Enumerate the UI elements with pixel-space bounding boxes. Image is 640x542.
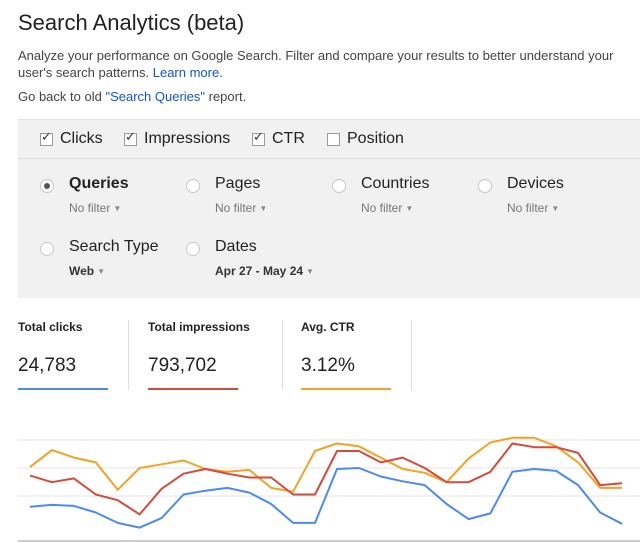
back-prefix: Go back to old (18, 89, 106, 104)
dimension-dates[interactable]: Dates Apr 27 - May 24 ▼ (186, 238, 346, 282)
dates-filter[interactable]: Apr 27 - May 24 ▼ (215, 264, 314, 278)
dropdown-caret-icon: ▼ (97, 267, 106, 276)
radio-icon[interactable] (478, 179, 492, 193)
clicks-label: Clicks (60, 130, 103, 147)
total-clicks-card[interactable]: Total clicks 24,783 (18, 315, 118, 395)
ctr-checkbox[interactable]: CTR (252, 129, 305, 148)
divider (282, 320, 283, 390)
checkbox-icon[interactable] (40, 129, 53, 146)
radio-icon[interactable] (186, 179, 200, 193)
dimension-pages[interactable]: Pages No filter ▼ (186, 175, 306, 219)
countries-label: Countries (361, 175, 430, 192)
filter-panel: Clicks Impressions CTR Position Queries … (18, 119, 640, 298)
learn-more-link[interactable]: Learn more. (153, 65, 223, 80)
dimension-devices[interactable]: Devices No filter ▼ (478, 175, 598, 219)
ctr-label: CTR (272, 130, 305, 147)
checkbox-icon[interactable] (327, 132, 340, 146)
back-to-old-report: Go back to old "Search Queries" report. (18, 89, 246, 104)
metrics-row: Clicks Impressions CTR Position (18, 120, 640, 159)
avg-ctr-label: Avg. CTR (301, 320, 355, 334)
pages-label: Pages (215, 175, 261, 192)
dropdown-caret-icon: ▼ (551, 204, 560, 213)
queries-label: Queries (69, 175, 129, 192)
dimension-search-type[interactable]: Search Type Web ▼ (40, 238, 180, 282)
impressions-color-bar (148, 388, 238, 390)
totals-row: Total clicks 24,783 Total impressions 79… (0, 315, 640, 395)
page-title: Search Analytics (beta) (18, 10, 245, 35)
position-checkbox[interactable]: Position (327, 130, 404, 148)
ctr-color-bar (301, 388, 391, 390)
filter-text: No filter (361, 201, 403, 215)
filter-text: Web (69, 264, 95, 278)
radio-icon[interactable] (40, 242, 54, 256)
dropdown-caret-icon: ▼ (259, 204, 268, 213)
dropdown-caret-icon: ▼ (306, 267, 314, 276)
queries-filter[interactable]: No filter ▼ (69, 201, 121, 215)
total-clicks-value: 24,783 (18, 355, 77, 376)
dropdown-caret-icon: ▼ (405, 204, 414, 213)
search-queries-link[interactable]: "Search Queries" (105, 89, 205, 104)
search-type-filter[interactable]: Web ▼ (69, 264, 105, 278)
impressions-checkbox[interactable]: Impressions (124, 129, 231, 148)
performance-line-chart (18, 436, 640, 542)
filter-text: Apr 27 - May 24 (215, 264, 304, 278)
dimension-queries[interactable]: Queries No filter ▼ (40, 175, 160, 219)
avg-ctr-value: 3.12% (301, 355, 355, 376)
radio-selected-icon[interactable] (40, 179, 54, 193)
chart-series-line-2 (29, 436, 622, 493)
pages-filter[interactable]: No filter ▼ (215, 201, 267, 215)
total-impressions-value: 793,702 (148, 355, 217, 376)
divider (411, 320, 412, 390)
radio-icon[interactable] (186, 242, 200, 256)
devices-filter[interactable]: No filter ▼ (507, 201, 559, 215)
total-impressions-label: Total impressions (148, 320, 250, 334)
search-type-label: Search Type (69, 238, 159, 255)
dropdown-caret-icon: ▼ (113, 204, 122, 213)
filter-text: No filter (507, 201, 549, 215)
description-text: Analyze your performance on Google Searc… (18, 48, 614, 80)
filter-text: No filter (69, 201, 111, 215)
divider (128, 320, 129, 390)
page-description: Analyze your performance on Google Searc… (18, 47, 628, 81)
back-suffix: report. (205, 89, 247, 104)
clicks-checkbox[interactable]: Clicks (40, 129, 103, 148)
impressions-label: Impressions (144, 130, 231, 147)
dimension-countries[interactable]: Countries No filter ▼ (332, 175, 452, 219)
chart-series-line-1 (29, 442, 623, 516)
total-impressions-card[interactable]: Total impressions 793,702 (148, 315, 278, 395)
countries-filter[interactable]: No filter ▼ (361, 201, 413, 215)
clicks-color-bar (18, 388, 108, 390)
position-label: Position (347, 130, 404, 147)
checkbox-icon[interactable] (124, 129, 137, 146)
checkbox-icon[interactable] (252, 129, 265, 146)
radio-icon[interactable] (332, 179, 346, 193)
avg-ctr-card[interactable]: Avg. CTR 3.12% (301, 315, 401, 395)
devices-label: Devices (507, 175, 564, 192)
chart-series-line-0 (29, 467, 623, 529)
filter-text: No filter (215, 201, 257, 215)
dates-label: Dates (215, 238, 257, 255)
total-clicks-label: Total clicks (18, 320, 83, 334)
